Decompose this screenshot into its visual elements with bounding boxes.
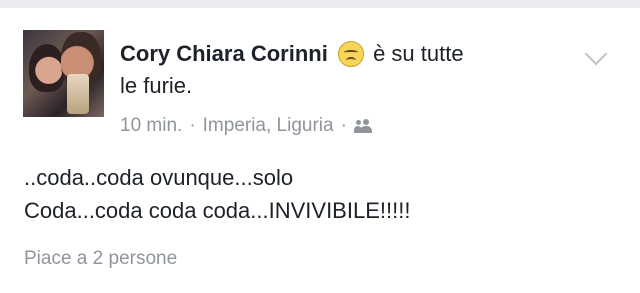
friends-icon[interactable] <box>353 119 374 133</box>
angry-face-icon <box>337 41 364 67</box>
post-text-line: Coda...coda coda coda...INVIVIBILE!!!!! <box>24 198 411 223</box>
feeling-text: è su tutte <box>373 41 464 66</box>
meta-separator: · <box>340 115 347 136</box>
post-card: Cory Chiara Corinni è su tutte le furie.… <box>0 8 640 293</box>
feeling-text-continued: le furie. <box>120 73 193 98</box>
post-text-line: ..coda..coda ovunque...solo <box>24 165 294 190</box>
likes-count[interactable]: Piace a 2 persone <box>24 248 177 270</box>
post-location[interactable]: Imperia, Liguria <box>203 115 334 137</box>
author-avatar[interactable] <box>23 30 104 117</box>
post-options-chevron-icon[interactable] <box>584 42 608 66</box>
author-name[interactable]: Cory Chiara Corinni <box>120 41 328 66</box>
post-body: ..coda..coda ovunque...solo Coda...coda … <box>24 161 614 227</box>
post-header: Cory Chiara Corinni è su tutte le furie. <box>120 38 570 102</box>
meta-separator: · <box>189 115 196 136</box>
post-timestamp[interactable]: 10 min. <box>120 115 182 137</box>
post-meta: 10 min. · Imperia, Liguria · <box>120 115 374 137</box>
